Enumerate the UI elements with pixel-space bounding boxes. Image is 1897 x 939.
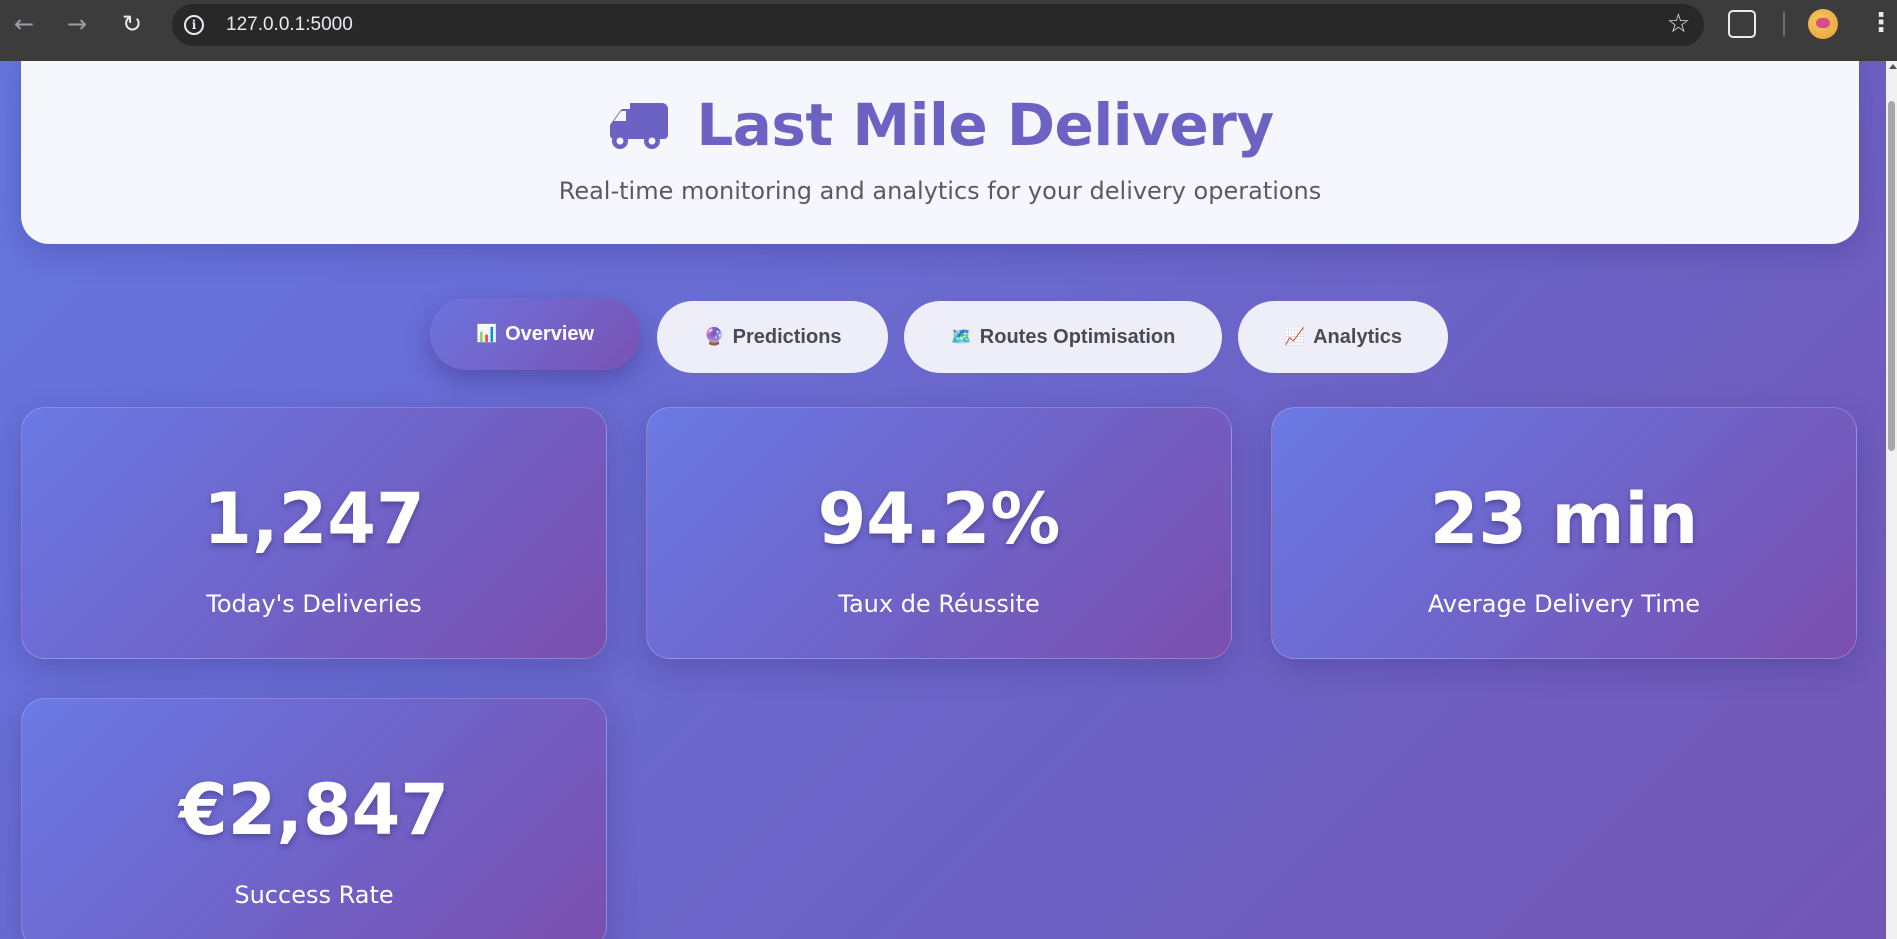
extensions-icon[interactable] (1728, 10, 1756, 38)
trend-icon: 📈 (1283, 327, 1306, 346)
reload-icon[interactable]: ↻ (112, 4, 152, 44)
stat-label: Today's Deliveries (206, 590, 422, 618)
back-icon[interactable]: ← (4, 4, 44, 44)
stat-value: 23 min (1429, 478, 1699, 560)
tab-overview[interactable]: 📊 Overview (430, 298, 640, 370)
stat-value: 94.2% (817, 478, 1061, 560)
stat-card-success-rate: 94.2% Taux de Réussite (646, 407, 1232, 659)
chart-icon: 📊 (475, 324, 498, 343)
tab-routes-optimisation[interactable]: 🗺️ Routes Optimisation (904, 301, 1222, 373)
stat-label: Success Rate (234, 881, 394, 909)
title-row: Last Mile Delivery (21, 91, 1859, 159)
header-card: Last Mile Delivery Real-time monitoring … (21, 61, 1859, 244)
scrollbar-thumb[interactable] (1888, 101, 1895, 451)
stat-label: Taux de Réussite (838, 590, 1040, 618)
stat-value: 1,247 (203, 478, 425, 560)
info-icon[interactable]: i (184, 15, 204, 35)
address-bar[interactable]: i 127.0.0.1:5000 ☆ (172, 4, 1704, 46)
tab-label: Predictions (732, 325, 842, 348)
star-icon[interactable]: ☆ (1667, 9, 1690, 39)
page-content: Last Mile Delivery Real-time monitoring … (0, 61, 1886, 939)
crystal-ball-icon: 🔮 (703, 327, 725, 346)
tab-bar: 📊 Overview 🔮 Predictions 🗺️ Routes Optim… (0, 286, 1886, 373)
tab-label: Overview (505, 322, 595, 345)
stat-card-revenue: €2,847 Success Rate (21, 698, 607, 939)
toolbar-divider (1783, 12, 1785, 36)
url-text[interactable]: 127.0.0.1:5000 (226, 14, 353, 36)
scroll-up-arrow-icon[interactable] (1889, 64, 1897, 69)
stat-value: €2,847 (178, 769, 450, 851)
tab-analytics[interactable]: 📈 Analytics (1238, 301, 1448, 373)
forward-icon[interactable]: → (57, 4, 97, 44)
page-subtitle: Real-time monitoring and analytics for y… (558, 177, 1322, 205)
stat-label: Average Delivery Time (1427, 590, 1701, 618)
profile-avatar[interactable] (1808, 9, 1838, 39)
map-icon: 🗺️ (950, 327, 972, 346)
tab-predictions[interactable]: 🔮 Predictions (657, 301, 888, 373)
tab-label: Analytics (1313, 325, 1403, 348)
browser-toolbar: ← → ↻ i 127.0.0.1:5000 ☆ ⋮ (0, 0, 1897, 61)
stat-card-delivery-time: 23 min Average Delivery Time (1271, 407, 1857, 659)
menu-icon[interactable]: ⋮ (1868, 8, 1894, 38)
page-title: Last Mile Delivery (696, 91, 1274, 159)
stat-card-deliveries: 1,247 Today's Deliveries (21, 407, 607, 659)
truck-icon (610, 103, 669, 149)
tab-label: Routes Optimisation (979, 325, 1176, 348)
